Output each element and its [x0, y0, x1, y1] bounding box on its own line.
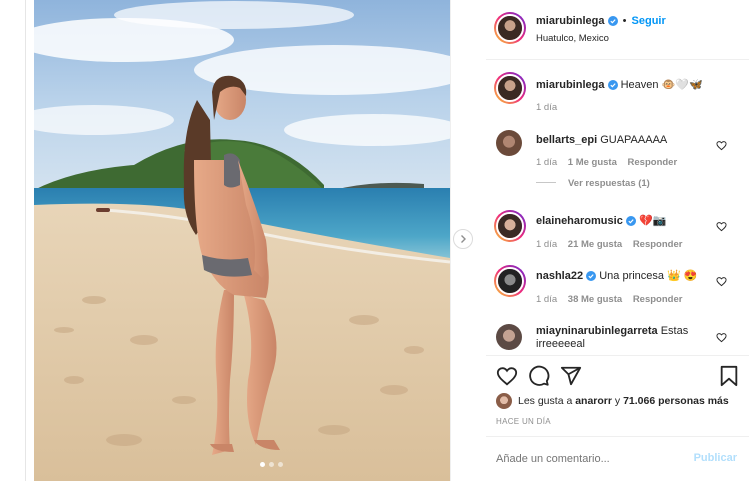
action-bar: [486, 363, 749, 389]
liker-username[interactable]: anarorr: [575, 395, 612, 407]
comment-time: 1 día: [536, 239, 558, 250]
bookmark-icon[interactable]: [719, 365, 739, 387]
likes-summary: Les gusta a anarorr y 71.066 personas má…: [496, 392, 746, 410]
publish-button[interactable]: Publicar: [694, 452, 737, 464]
comment-icon[interactable]: [528, 365, 550, 387]
reply-button[interactable]: Responder: [633, 239, 683, 250]
comment-item: nashla22 Una princesa 👑 😍 1 día 38 Me gu…: [486, 265, 749, 313]
comment-avatar[interactable]: [494, 265, 526, 297]
likes-count[interactable]: 71.066 personas más: [623, 395, 729, 407]
comment-input[interactable]: [496, 449, 686, 469]
beach-photo-illustration: [34, 0, 450, 481]
header-separator: •: [622, 15, 627, 27]
post-location[interactable]: Huatulco, Mexico: [536, 33, 609, 44]
comment-text: GUAPAAAAA: [600, 134, 668, 146]
likes-prefix: Les gusta a: [518, 395, 573, 407]
author-username[interactable]: miarubinlega: [536, 15, 604, 27]
photo-divider: [450, 0, 451, 481]
comment-likes[interactable]: 21 Me gusta: [568, 239, 622, 250]
liker-avatar[interactable]: [496, 393, 512, 409]
carousel-dot-active: [260, 462, 265, 467]
comment-username[interactable]: bellarts_epi: [536, 134, 597, 146]
post-photo[interactable]: [34, 0, 450, 481]
comment-item: miayninarubinlegarreta Estas irreeeeeal: [486, 322, 749, 354]
post-side-panel: miarubinlega • Seguir Huatulco, Mexico m…: [486, 0, 750, 481]
comment-avatar[interactable]: [496, 324, 522, 350]
verified-badge-icon: [586, 271, 597, 282]
comment-time: 1 día: [536, 157, 558, 168]
post-timestamp: HACE UN DÍA: [496, 417, 551, 426]
heart-icon[interactable]: [496, 365, 518, 387]
caption-time: 1 día: [536, 102, 558, 113]
chevron-right-icon: [461, 235, 466, 243]
carousel-dots: [260, 462, 283, 467]
comment-text: 💔📷: [638, 215, 667, 227]
heart-icon[interactable]: [716, 140, 727, 151]
next-photo-button[interactable]: [453, 229, 473, 249]
carousel-dot: [278, 462, 283, 467]
comment-avatar[interactable]: [496, 130, 522, 156]
caption-text: Heaven 🐵🤍🦋: [620, 79, 703, 91]
comment-likes[interactable]: 38 Me gusta: [568, 294, 622, 305]
page-edge-line: [25, 0, 26, 481]
follow-button[interactable]: Seguir: [632, 15, 666, 27]
comment-item: elaineharomusic 💔📷 1 día 21 Me gusta Res…: [486, 210, 749, 258]
comment-composer: Publicar: [486, 436, 749, 481]
view-replies-button[interactable]: Ver respuestas (1): [568, 178, 650, 189]
heart-icon[interactable]: [716, 276, 727, 287]
likes-joiner: y: [614, 395, 621, 407]
caption-username[interactable]: miarubinlega: [536, 79, 604, 91]
caption-avatar[interactable]: [494, 72, 526, 104]
verified-badge-icon: [607, 16, 618, 27]
heart-icon[interactable]: [716, 221, 727, 232]
replies-line: [536, 182, 556, 183]
heart-icon[interactable]: [716, 332, 727, 343]
comment-avatar[interactable]: [494, 210, 526, 242]
post-header: miarubinlega • Seguir Huatulco, Mexico: [486, 0, 749, 60]
comment-time: 1 día: [536, 294, 558, 305]
comment-username[interactable]: nashla22: [536, 270, 583, 282]
comment-username[interactable]: miayninarubinlegarreta: [536, 325, 658, 337]
comment-item: bellarts_epi GUAPAAAAA 1 día 1 Me gusta …: [486, 130, 749, 200]
caption-row: miarubinlega Heaven 🐵🤍🦋 1 día: [486, 72, 749, 118]
reply-button[interactable]: Responder: [628, 157, 678, 168]
share-icon[interactable]: [560, 365, 582, 387]
reply-button[interactable]: Responder: [633, 294, 683, 305]
verified-badge-icon: [607, 80, 618, 91]
actions-divider: [486, 355, 749, 356]
verified-badge-icon: [625, 216, 636, 227]
carousel-dot: [269, 462, 274, 467]
comment-username[interactable]: elaineharomusic: [536, 215, 623, 227]
comment-text: Una princesa 👑 😍: [599, 270, 698, 282]
comment-likes[interactable]: 1 Me gusta: [568, 157, 617, 168]
author-avatar[interactable]: [494, 12, 526, 44]
left-gutter: [0, 0, 22, 481]
